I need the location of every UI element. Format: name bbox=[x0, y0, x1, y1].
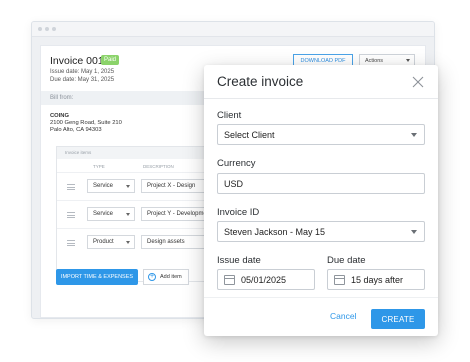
create-invoice-dialog: Create invoice Client Select Client Curr… bbox=[204, 65, 438, 336]
cancel-button[interactable]: Cancel bbox=[330, 311, 356, 321]
currency-value: USD bbox=[224, 178, 244, 189]
invoice-title: Invoice 001 bbox=[50, 55, 104, 67]
window-dot bbox=[45, 27, 49, 31]
window-titlebar bbox=[32, 22, 434, 37]
import-time-expenses-button[interactable]: IMPORT TIME & EXPENSES bbox=[56, 269, 138, 285]
item-type-value: Product bbox=[93, 239, 114, 245]
add-item-button[interactable]: + Add item bbox=[143, 269, 189, 285]
calendar-icon bbox=[224, 274, 235, 285]
calendar-icon bbox=[334, 274, 345, 285]
window-dot bbox=[52, 27, 56, 31]
due-date-label: Due date bbox=[327, 255, 366, 266]
table-row: Service Project Y - Development bbox=[57, 200, 231, 228]
plus-icon: + bbox=[148, 273, 156, 281]
items-header: Invoice items bbox=[57, 147, 225, 159]
column-header-type: TYPE bbox=[93, 164, 105, 169]
dialog-title: Create invoice bbox=[217, 74, 304, 89]
currency-input[interactable]: USD bbox=[217, 173, 425, 194]
invoice-items-table: Invoice items TYPE DESCRIPTION Service P… bbox=[56, 146, 231, 282]
chevron-down-icon bbox=[126, 185, 130, 188]
issue-date-value: 05/01/2025 bbox=[241, 274, 287, 285]
invoice-id-value: Steven Jackson - May 15 bbox=[224, 226, 326, 237]
due-date-input[interactable]: 15 days after bbox=[327, 269, 425, 290]
client-select-value: Select Client bbox=[224, 129, 275, 140]
chevron-down-icon bbox=[411, 230, 417, 234]
add-item-label: Add item bbox=[160, 274, 182, 280]
currency-label: Currency bbox=[217, 158, 256, 169]
item-type-value: Service bbox=[93, 211, 114, 217]
client-select[interactable]: Select Client bbox=[217, 124, 425, 145]
company-address-line2: Palo Alto, CA 94303 bbox=[50, 127, 102, 133]
item-type-select[interactable]: Service bbox=[87, 207, 135, 221]
window-dot bbox=[38, 27, 42, 31]
table-row: Product Design assets bbox=[57, 228, 231, 256]
due-date-value: 15 days after bbox=[351, 274, 404, 285]
due-date-text: Due date: May 31, 2025 bbox=[50, 77, 115, 83]
close-icon[interactable] bbox=[411, 75, 425, 89]
drag-handle-icon[interactable] bbox=[67, 184, 75, 192]
chevron-down-icon bbox=[411, 133, 417, 137]
drag-handle-icon[interactable] bbox=[67, 212, 75, 220]
issue-date-input[interactable]: 05/01/2025 bbox=[217, 269, 315, 290]
create-button[interactable]: CREATE bbox=[371, 309, 425, 329]
drag-handle-icon[interactable] bbox=[67, 240, 75, 248]
issue-date-label: Issue date bbox=[217, 255, 261, 266]
company-name: COING bbox=[50, 113, 70, 119]
invoice-id-label: Invoice ID bbox=[217, 207, 260, 218]
status-badge: Paid bbox=[101, 55, 120, 65]
table-row: Service Project X - Design bbox=[57, 172, 231, 200]
client-label: Client bbox=[217, 110, 242, 121]
column-header-description: DESCRIPTION bbox=[143, 164, 174, 169]
dialog-divider bbox=[204, 98, 438, 99]
issue-date-text: Issue date: May 1, 2025 bbox=[50, 69, 115, 75]
company-address-line1: 2100 Geng Road, Suite 210 bbox=[50, 120, 122, 126]
item-type-value: Service bbox=[93, 183, 114, 189]
invoice-id-select[interactable]: Steven Jackson - May 15 bbox=[217, 221, 425, 242]
dialog-footer-divider bbox=[204, 297, 438, 298]
chevron-down-icon bbox=[126, 213, 130, 216]
item-type-select[interactable]: Product bbox=[87, 235, 135, 249]
chevron-down-icon bbox=[406, 59, 410, 62]
chevron-down-icon bbox=[126, 241, 130, 244]
item-type-select[interactable]: Service bbox=[87, 179, 135, 193]
actions-label: Actions bbox=[365, 57, 384, 64]
